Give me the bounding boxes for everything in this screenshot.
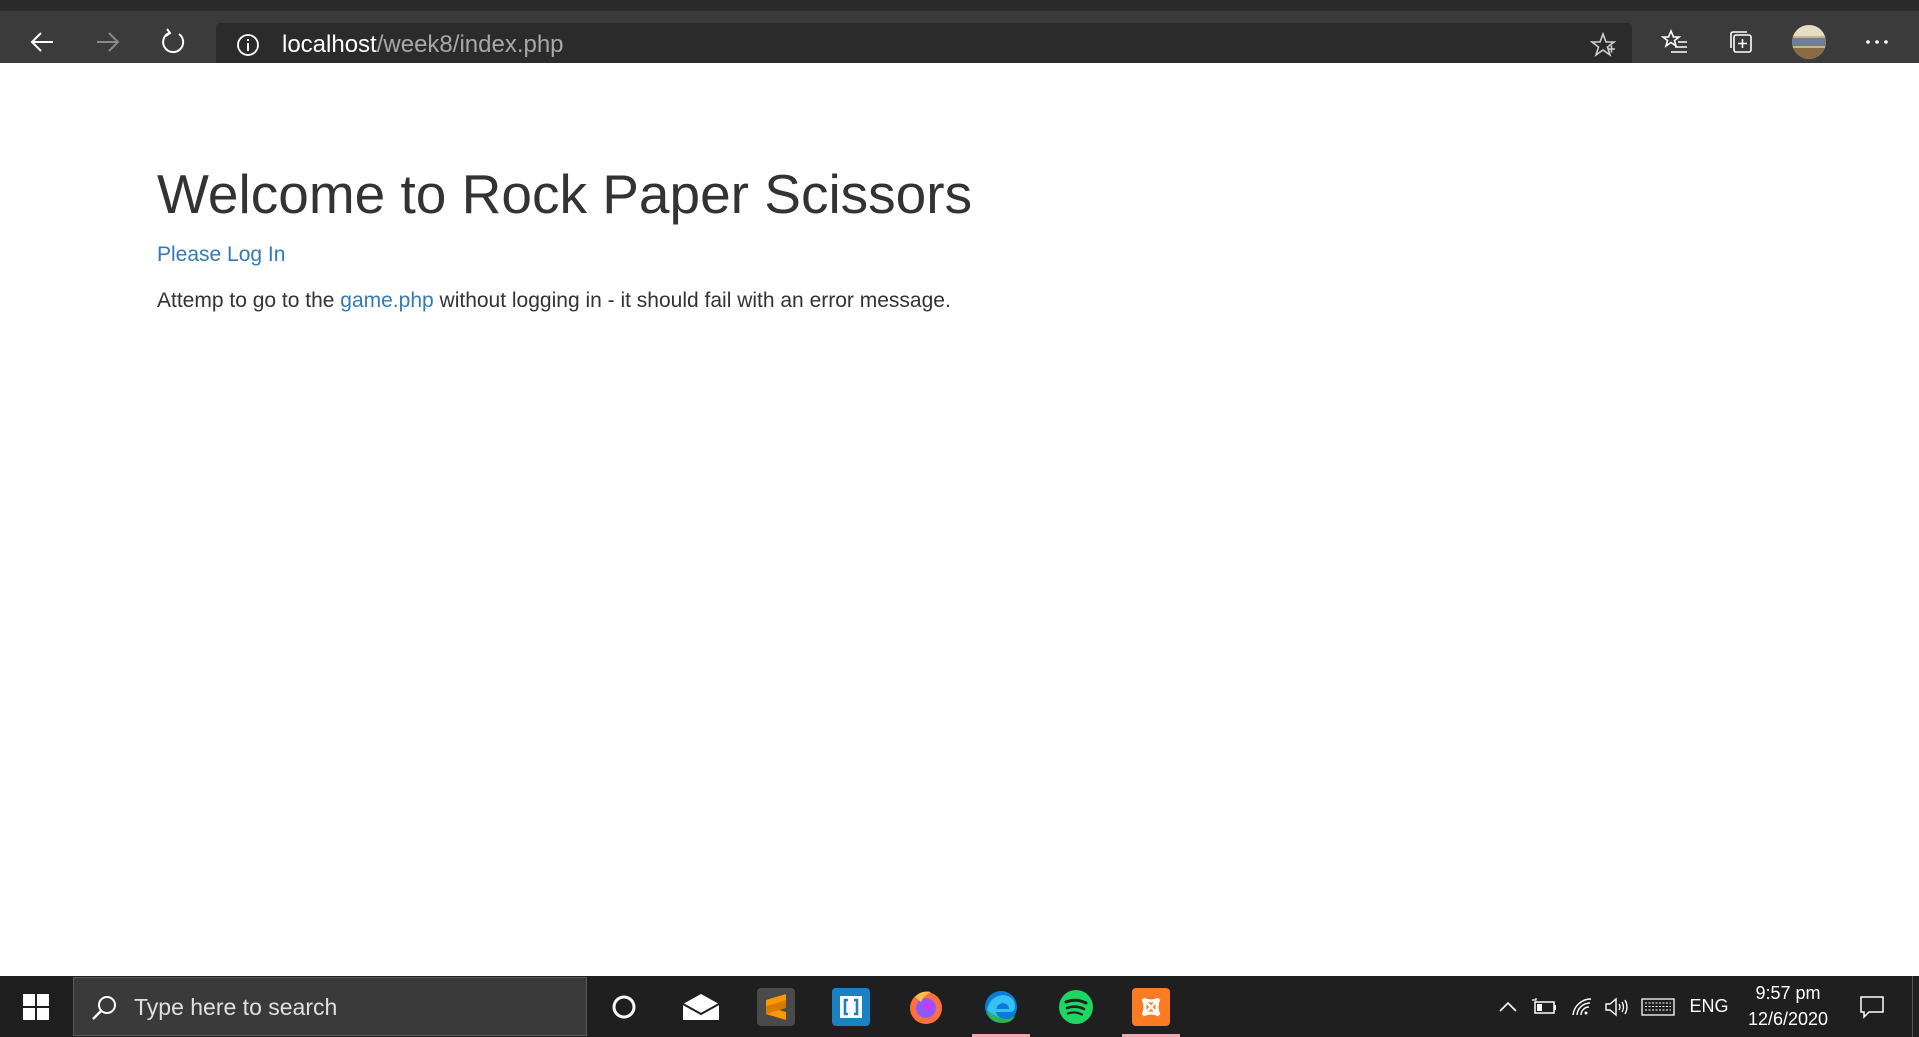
mail-icon	[682, 993, 720, 1020]
clock-date: 12/6/2020	[1747, 1009, 1829, 1029]
touch-keyboard-button[interactable]	[1638, 976, 1678, 1037]
action-center-button[interactable]	[1852, 976, 1892, 1037]
collections-icon	[1730, 31, 1752, 53]
taskbar-app-firefox[interactable]	[895, 976, 957, 1037]
url-path: /week8/index.php	[376, 31, 564, 58]
battery-indicator[interactable]	[1528, 976, 1560, 1037]
start-button[interactable]	[0, 976, 72, 1037]
taskbar-app-sublime[interactable]	[745, 976, 807, 1037]
forward-button[interactable]	[88, 22, 128, 62]
tab-strip-segment	[1086, 11, 1919, 15]
taskbar-app-xampp[interactable]	[1120, 976, 1182, 1037]
info-icon[interactable]	[236, 33, 260, 57]
sublime-text-icon	[757, 987, 795, 1026]
taskbar-search[interactable]	[73, 977, 587, 1036]
instruction-text-end: without logging in - it should fail with…	[433, 289, 951, 312]
taskbar-app-spotify[interactable]	[1045, 976, 1107, 1037]
back-button[interactable]	[22, 22, 62, 62]
notification-icon	[1860, 995, 1884, 1019]
back-arrow-icon	[30, 32, 53, 52]
more-button[interactable]	[1857, 22, 1897, 62]
chevron-up-icon	[1499, 1001, 1517, 1012]
address-bar[interactable]: localhost/week8/index.php	[216, 23, 1632, 66]
more-icon	[1866, 40, 1888, 44]
game-link[interactable]: game.php	[340, 289, 433, 312]
favorites-button[interactable]	[1655, 22, 1695, 62]
show-hidden-icons-button[interactable]	[1494, 976, 1522, 1037]
search-icon	[92, 996, 116, 1020]
refresh-icon	[162, 28, 185, 54]
show-desktop-button[interactable]	[1912, 976, 1919, 1037]
clock[interactable]: 9:57 pm 12/6/2020	[1735, 980, 1841, 1032]
battery-icon	[1532, 997, 1556, 1014]
edge-icon	[985, 990, 1017, 1023]
brackets-icon	[832, 987, 870, 1026]
page-title: Welcome to Rock Paper Scissors	[157, 163, 973, 225]
wifi-icon	[1572, 997, 1592, 1015]
network-indicator[interactable]	[1568, 976, 1598, 1037]
star-icon[interactable]	[1590, 32, 1616, 58]
speaker-icon	[1605, 997, 1628, 1016]
taskbar: ENG 9:57 pm 12/6/2020	[0, 976, 1919, 1037]
taskbar-app-mail[interactable]	[670, 976, 732, 1037]
url-host: localhost	[282, 31, 377, 58]
web-page: Welcome to Rock Paper Scissors Please Lo…	[0, 63, 1919, 976]
instruction-text-start: Attemp to go to the	[157, 289, 341, 312]
browser-toolbar: localhost/week8/index.php	[0, 0, 1919, 66]
refresh-button[interactable]	[153, 22, 193, 62]
language-indicator[interactable]: ENG	[1684, 976, 1734, 1037]
cortana-circle-icon	[612, 995, 636, 1018]
url-text[interactable]: localhost/week8/index.php	[282, 32, 564, 58]
tab-strip-segment	[206, 11, 726, 15]
instruction-text: Attemp to go to the game.php without log…	[157, 288, 951, 314]
taskbar-app-edge[interactable]	[970, 976, 1032, 1037]
collections-button[interactable]	[1721, 22, 1761, 62]
search-input[interactable]	[132, 990, 572, 1024]
xampp-icon	[1132, 987, 1170, 1026]
taskbar-app-brackets[interactable]	[820, 976, 882, 1037]
clock-time: 9:57 pm	[1755, 983, 1821, 1003]
volume-indicator[interactable]	[1602, 976, 1632, 1037]
language-label: ENG	[1689, 996, 1729, 1016]
login-link[interactable]: Please Log In	[157, 242, 285, 268]
forward-arrow-icon	[97, 32, 120, 52]
spotify-icon	[1059, 989, 1093, 1024]
windows-logo-icon	[23, 993, 49, 1020]
avatar	[1792, 25, 1826, 59]
firefox-icon	[910, 991, 942, 1024]
keyboard-icon	[1641, 997, 1675, 1016]
profile-button[interactable]	[1789, 22, 1829, 62]
favorites-list-icon	[1661, 28, 1687, 53]
cortana-button[interactable]	[593, 976, 655, 1037]
